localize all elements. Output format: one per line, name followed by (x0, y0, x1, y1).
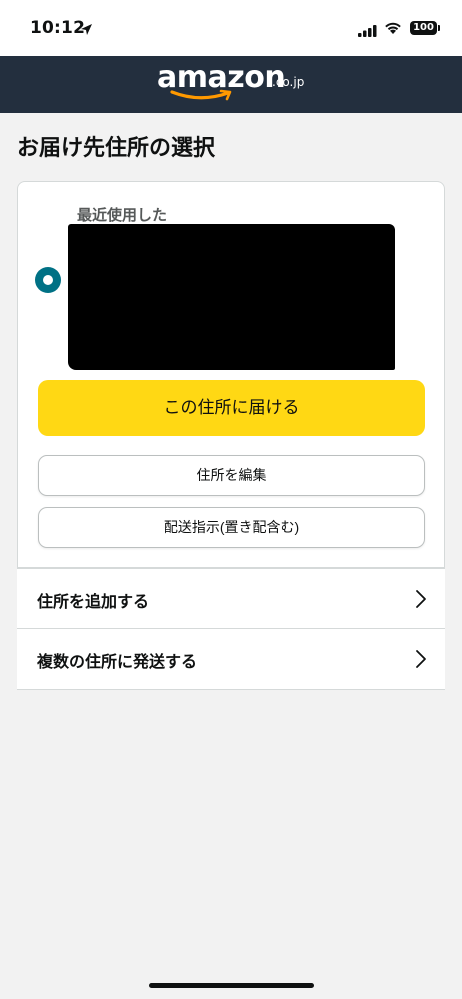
ship-to-multiple-addresses-row[interactable]: 複数の住所に発送する (17, 629, 445, 690)
deliver-to-this-address-button[interactable]: この住所に届ける (38, 380, 425, 436)
edit-address-button[interactable]: 住所を編集 (38, 455, 425, 496)
amazon-header: amazon .co.jp (0, 56, 462, 113)
battery-cap (438, 25, 440, 31)
wifi-icon (384, 20, 402, 39)
battery-indicator: 100 (410, 21, 437, 35)
amazon-logo-suffix: .co.jp (272, 75, 305, 89)
home-indicator[interactable] (149, 983, 314, 988)
address-radio-selected[interactable] (35, 267, 61, 293)
location-arrow-icon (80, 21, 93, 40)
add-address-row[interactable]: 住所を追加する (17, 568, 445, 629)
delivery-instructions-button[interactable]: 配送指示(置き配含む) (38, 507, 425, 548)
status-bar: 10:12 100 (0, 0, 462, 56)
status-time: 10:12 (30, 18, 86, 38)
cellular-signal-icon (358, 22, 377, 41)
page-title: お届け先住所の選択 (17, 136, 216, 161)
chevron-right-icon (415, 589, 427, 613)
chevron-right-icon (415, 649, 427, 673)
ship-to-multiple-addresses-label: 複数の住所に発送する (37, 652, 198, 671)
recent-address-label: 最近使用した (77, 206, 168, 224)
redacted-address-block (68, 224, 395, 370)
address-card: 最近使用した この住所に届ける 住所を編集 配送指示(置き配含む) (17, 181, 445, 568)
add-address-label: 住所を追加する (37, 592, 150, 611)
amazon-smile-icon (170, 88, 236, 107)
